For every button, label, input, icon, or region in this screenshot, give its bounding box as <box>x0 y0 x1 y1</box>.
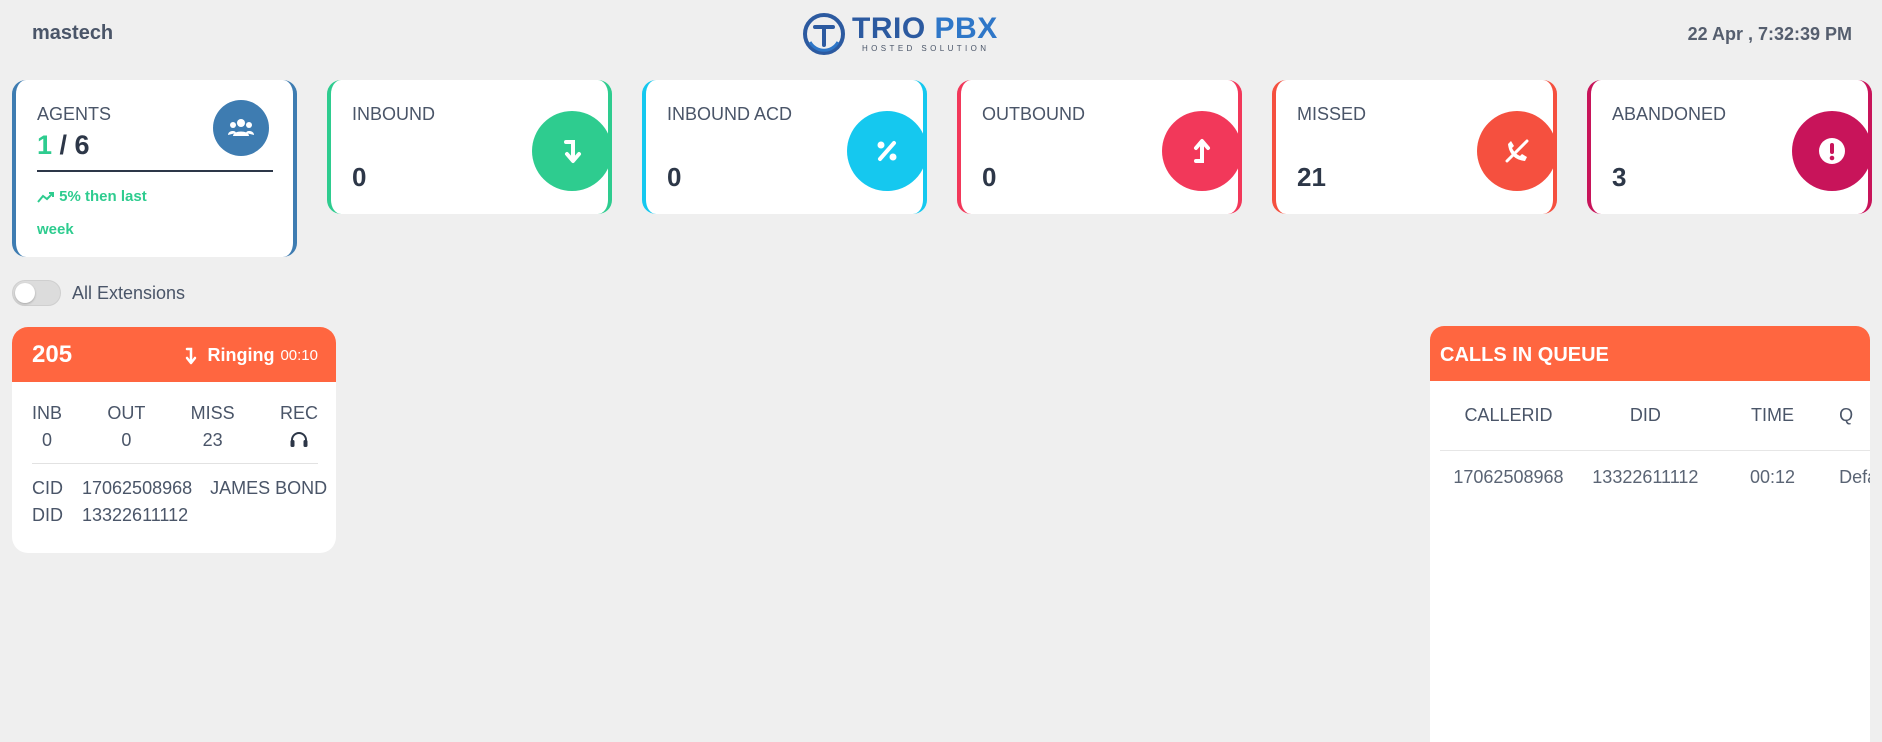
toggle-knob <box>15 283 35 303</box>
did-row: DID 13322611112 <box>32 505 188 526</box>
cell-time: 00:12 <box>1749 466 1795 487</box>
card-label: MISSED <box>1297 104 1367 124</box>
agents-label: AGENTS <box>37 104 112 124</box>
card-value: 3 <box>1612 162 1627 192</box>
queue-header-row: CALLERID DID TIME Q <box>1440 381 1870 451</box>
stat-value: 0 <box>42 430 53 450</box>
extension-card[interactable]: 205 Ringing 00:10 INB 0 OUT 0 MISS 23 RE… <box>12 327 336 553</box>
extension-divider <box>32 463 318 464</box>
card-value: 0 <box>352 162 367 192</box>
arrow-down-icon <box>532 111 608 191</box>
datetime-display: 22 Apr , 7:32:39 PM <box>1687 24 1852 44</box>
queue-title: CALLS IN QUEUE <box>1430 326 1870 381</box>
cell-did: 13322611112 <box>1592 466 1699 487</box>
headphones-icon[interactable] <box>289 430 309 448</box>
inbound-card[interactable]: INBOUND 0 <box>327 80 612 214</box>
stat-value: 23 <box>202 430 223 450</box>
did-label: DID <box>32 505 63 525</box>
card-label: OUTBOUND <box>982 104 1085 124</box>
logo-subtitle: HOSTED SOLUTION <box>862 44 990 53</box>
percent-icon <box>847 111 923 191</box>
header-bar: mastech TRIO PBX HOSTED SOLUTION 22 Apr … <box>0 0 1882 68</box>
extension-status-text: Ringing <box>207 345 275 365</box>
abandoned-card[interactable]: ABANDONED 3 <box>1587 80 1872 214</box>
trio-pbx-logo[interactable]: TRIO PBX HOSTED SOLUTION <box>802 10 998 58</box>
outbound-card[interactable]: OUTBOUND 0 <box>957 80 1242 214</box>
logo-title-accent: PBX <box>934 12 998 45</box>
agents-total: 6 <box>74 130 90 160</box>
agents-card[interactable]: AGENTS 1 / 6 5% then last week <box>12 80 297 257</box>
agents-separator: / <box>52 130 75 160</box>
agents-trend: 5% then last week <box>37 180 187 246</box>
stat-label: INB <box>32 403 63 423</box>
all-extensions-toggle[interactable] <box>12 280 61 306</box>
table-row[interactable]: 17062508968 13322611112 00:12 Defa <box>1440 451 1870 503</box>
column-header-did[interactable]: DID <box>1577 405 1714 426</box>
arrow-up-icon <box>1162 111 1238 191</box>
agents-online: 1 <box>37 130 53 160</box>
extension-header: 205 Ringing 00:10 <box>12 327 336 382</box>
stat-miss: MISS 23 <box>191 403 235 453</box>
stat-value: 0 <box>121 430 132 450</box>
all-extensions-toggle-row: All Extensions <box>12 280 185 306</box>
trio-logo-icon <box>803 13 845 55</box>
logo-title: TRIO <box>852 12 926 45</box>
cid-row: CID 17062508968 JAMES BOND <box>32 478 327 499</box>
card-value: 0 <box>982 162 997 192</box>
extension-number: 205 <box>32 341 73 368</box>
all-extensions-label: All Extensions <box>72 282 186 303</box>
agents-divider <box>37 170 273 172</box>
card-value: 21 <box>1297 162 1326 192</box>
card-value: 0 <box>667 162 682 192</box>
missed-card[interactable]: MISSED 21 <box>1272 80 1557 214</box>
card-label: INBOUND ACD <box>667 104 793 124</box>
agents-count: 1 / 6 <box>37 130 90 161</box>
queue-table: CALLERID DID TIME Q 17062508968 13322611… <box>1440 381 1870 503</box>
company-name: mastech <box>32 22 114 44</box>
did-value: 13322611112 <box>82 505 189 525</box>
card-label: INBOUND <box>352 104 436 124</box>
cell-queue: Defa <box>1839 466 1870 487</box>
extension-stats: INB 0 OUT 0 MISS 23 REC <box>32 403 318 453</box>
stat-out: OUT 0 <box>107 403 145 453</box>
missed-call-icon <box>1477 111 1553 191</box>
cell-callerid: 17062508968 <box>1453 466 1564 487</box>
stat-label: MISS <box>190 403 235 423</box>
extension-timer: 00:10 <box>280 347 318 364</box>
inbound-acd-card[interactable]: INBOUND ACD 0 <box>642 80 927 214</box>
card-label: ABANDONED <box>1612 104 1727 124</box>
caller-name: JAMES BOND <box>210 478 328 498</box>
stat-rec: REC <box>280 403 318 453</box>
exclamation-icon <box>1792 111 1868 191</box>
stat-label: OUT <box>107 403 146 423</box>
extension-status: Ringing 00:10 <box>184 345 318 366</box>
column-header-callerid[interactable]: CALLERID <box>1440 405 1577 426</box>
users-icon <box>213 100 269 156</box>
column-header-time[interactable]: TIME <box>1714 405 1831 426</box>
calls-in-queue-panel: CALLS IN QUEUE CALLERID DID TIME Q 17062… <box>1430 326 1870 742</box>
cid-label: CID <box>32 478 63 498</box>
stat-inb: INB 0 <box>32 403 62 453</box>
column-header-queue[interactable]: Q <box>1831 405 1870 426</box>
cid-value: 17062508968 <box>82 478 193 498</box>
trend-up-icon <box>37 192 54 203</box>
incoming-arrow-icon <box>186 347 197 364</box>
stat-label: REC <box>279 403 318 423</box>
